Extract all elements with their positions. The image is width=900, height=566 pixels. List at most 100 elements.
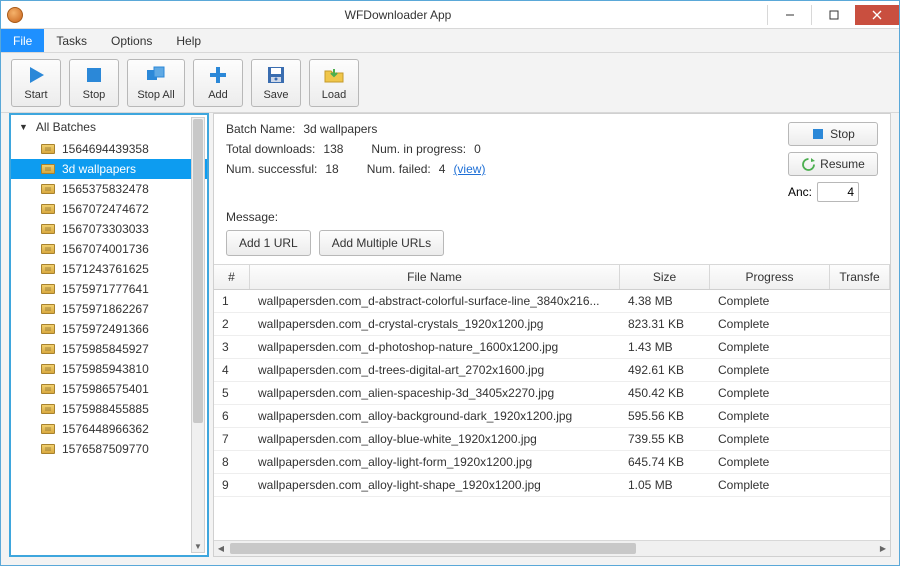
add-one-url-button[interactable]: Add 1 URL	[226, 230, 311, 256]
batch-item[interactable]: 1567074001736	[11, 239, 207, 259]
table-row[interactable]: 8wallpapersden.com_alloy-light-form_1920…	[214, 451, 890, 474]
cell-transfer	[830, 405, 890, 427]
batch-label: 1571243761625	[62, 262, 149, 276]
menu-options[interactable]: Options	[99, 29, 164, 52]
anc-input[interactable]	[817, 182, 859, 202]
table-row[interactable]: 5wallpapersden.com_alien-spaceship-3d_34…	[214, 382, 890, 405]
load-button[interactable]: Load	[309, 59, 359, 107]
scroll-down-icon: ▼	[192, 540, 204, 552]
batch-label: 3d wallpapers	[62, 162, 136, 176]
table-row[interactable]: 9wallpapersden.com_alloy-light-shape_192…	[214, 474, 890, 497]
cell-transfer	[830, 382, 890, 404]
add-multiple-urls-button[interactable]: Add Multiple URLs	[319, 230, 444, 256]
batch-item[interactable]: 1575971862267	[11, 299, 207, 319]
start-button[interactable]: Start	[11, 59, 61, 107]
batch-label: 1567074001736	[62, 242, 149, 256]
batch-icon	[41, 244, 55, 254]
table-row[interactable]: 2wallpapersden.com_d-crystal-crystals_19…	[214, 313, 890, 336]
batch-label: 1576448966362	[62, 422, 149, 436]
floppy-icon	[265, 64, 287, 86]
stop-small-icon	[811, 127, 825, 141]
hscroll-thumb[interactable]	[230, 543, 636, 554]
batch-label: 1575972491366	[62, 322, 149, 336]
col-size[interactable]: Size	[620, 265, 710, 289]
batch-name-value: 3d wallpapers	[303, 122, 377, 136]
stopall-button[interactable]: Stop All	[127, 59, 185, 107]
cell-num: 5	[214, 382, 250, 404]
batch-item[interactable]: 1567072474672	[11, 199, 207, 219]
cell-size: 645.74 KB	[620, 451, 710, 473]
batch-item[interactable]: 1575985943810	[11, 359, 207, 379]
table-hscrollbar[interactable]: ◀ ▶	[214, 540, 890, 556]
cell-filename: wallpapersden.com_d-abstract-colorful-su…	[250, 290, 620, 312]
toolbar: Start Stop Stop All Add Save Load	[1, 53, 899, 113]
batch-item[interactable]: 1576587509770	[11, 439, 207, 459]
col-filename[interactable]: File Name	[250, 265, 620, 289]
batch-item[interactable]: 1575972491366	[11, 319, 207, 339]
cell-progress: Complete	[710, 290, 830, 312]
add-button[interactable]: Add	[193, 59, 243, 107]
batch-item[interactable]: 1576448966362	[11, 419, 207, 439]
cell-progress: Complete	[710, 336, 830, 358]
cell-transfer	[830, 359, 890, 381]
stopall-label: Stop All	[137, 89, 174, 101]
menu-help[interactable]: Help	[164, 29, 213, 52]
batch-icon	[41, 264, 55, 274]
cell-size: 739.55 KB	[620, 428, 710, 450]
batch-icon	[41, 284, 55, 294]
table-row[interactable]: 6wallpapersden.com_alloy-background-dark…	[214, 405, 890, 428]
batch-item[interactable]: 1575988455885	[11, 399, 207, 419]
cell-filename: wallpapersden.com_alloy-light-form_1920x…	[250, 451, 620, 473]
batch-item[interactable]: 1575985845927	[11, 339, 207, 359]
window-controls	[767, 5, 899, 25]
stop-button[interactable]: Stop	[69, 59, 119, 107]
cell-num: 8	[214, 451, 250, 473]
inprogress-value: 0	[474, 142, 481, 156]
batch-item[interactable]: 1565375832478	[11, 179, 207, 199]
batch-label: 1575985943810	[62, 362, 149, 376]
cell-progress: Complete	[710, 382, 830, 404]
table-header: # File Name Size Progress Transfe	[214, 265, 890, 290]
table-row[interactable]: 7wallpapersden.com_alloy-blue-white_1920…	[214, 428, 890, 451]
cell-filename: wallpapersden.com_alloy-blue-white_1920x…	[250, 428, 620, 450]
menu-file[interactable]: File	[1, 29, 44, 52]
batch-icon	[41, 444, 55, 454]
batch-item[interactable]: 1564694439358	[11, 139, 207, 159]
sidebar-scrollbar[interactable]: ▲ ▼	[191, 117, 205, 553]
cell-filename: wallpapersden.com_d-trees-digital-art_27…	[250, 359, 620, 381]
cell-num: 6	[214, 405, 250, 427]
batch-icon	[41, 364, 55, 374]
batch-icon	[41, 184, 55, 194]
batch-item[interactable]: 3d wallpapers	[11, 159, 207, 179]
col-transfer[interactable]: Transfe	[830, 265, 890, 289]
batch-icon	[41, 204, 55, 214]
table-row[interactable]: 1wallpapersden.com_d-abstract-colorful-s…	[214, 290, 890, 313]
scroll-right-icon: ▶	[876, 541, 890, 556]
total-value: 138	[323, 142, 343, 156]
save-button[interactable]: Save	[251, 59, 301, 107]
tree-root-label: All Batches	[36, 120, 96, 134]
batch-item[interactable]: 1567073303033	[11, 219, 207, 239]
cell-num: 3	[214, 336, 250, 358]
batch-stop-button[interactable]: Stop	[788, 122, 878, 146]
tree-root[interactable]: ▼ All Batches	[11, 115, 207, 139]
scroll-thumb[interactable]	[193, 119, 203, 423]
resume-button[interactable]: Resume	[788, 152, 878, 176]
table-row[interactable]: 3wallpapersden.com_d-photoshop-nature_16…	[214, 336, 890, 359]
col-number[interactable]: #	[214, 265, 250, 289]
batch-item[interactable]: 1575986575401	[11, 379, 207, 399]
batch-item[interactable]: 1575971777641	[11, 279, 207, 299]
batch-item[interactable]: 1571243761625	[11, 259, 207, 279]
minimize-button[interactable]	[767, 5, 811, 25]
batch-icon	[41, 164, 55, 174]
close-button[interactable]	[855, 5, 899, 25]
col-progress[interactable]: Progress	[710, 265, 830, 289]
refresh-icon	[801, 157, 815, 171]
maximize-button[interactable]	[811, 5, 855, 25]
menu-tasks[interactable]: Tasks	[44, 29, 99, 52]
view-failed-link[interactable]: (view)	[453, 162, 485, 176]
batch-icon	[41, 344, 55, 354]
table-row[interactable]: 4wallpapersden.com_d-trees-digital-art_2…	[214, 359, 890, 382]
cell-filename: wallpapersden.com_d-photoshop-nature_160…	[250, 336, 620, 358]
stopall-icon	[145, 64, 167, 86]
